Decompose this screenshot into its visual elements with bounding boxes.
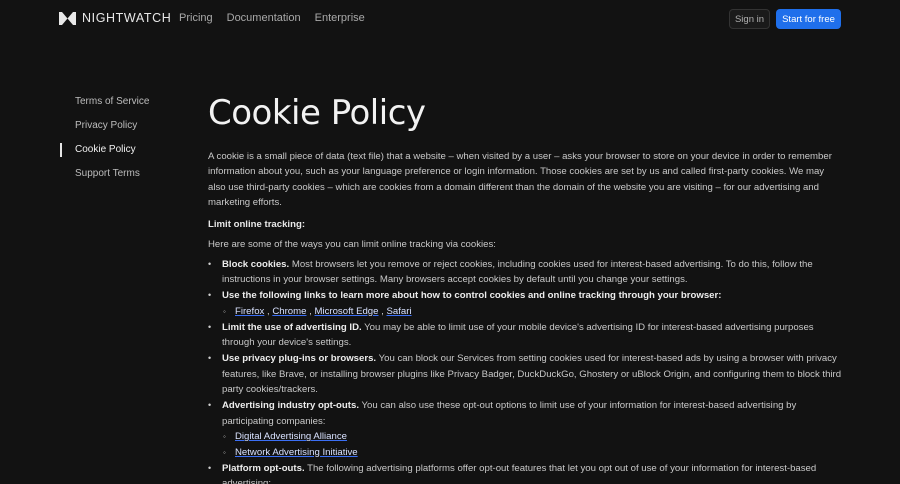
nav-enterprise[interactable]: Enterprise — [315, 12, 365, 24]
list-item: Limit the use of advertising ID. You may… — [196, 320, 843, 351]
sidebar-item-terms-of-service[interactable]: Terms of Service — [59, 95, 169, 119]
list-item: Use the following links to learn more ab… — [196, 288, 843, 319]
link-network-advertising-initiative[interactable]: Network Advertising Initiative — [235, 447, 358, 458]
nav-pricing[interactable]: Pricing — [179, 12, 213, 24]
list-item: Advertising industry opt-outs. You can a… — [196, 398, 843, 460]
sign-in-button[interactable]: Sign in — [729, 9, 770, 29]
list-item: Digital Advertising Alliance — [222, 429, 843, 445]
tracking-list: Block cookies. Most browsers let you rem… — [208, 257, 843, 484]
link-microsoft-edge[interactable]: Microsoft Edge — [314, 306, 378, 317]
list-item: Network Advertising Initiative — [222, 445, 843, 461]
link-digital-advertising-alliance[interactable]: Digital Advertising Alliance — [235, 431, 347, 442]
list-item-text: The following advertising platforms offe… — [222, 462, 817, 484]
list-item: Use privacy plug-ins or browsers. You ca… — [196, 351, 843, 397]
link-chrome[interactable]: Chrome — [272, 306, 306, 317]
list-item: Block cookies. Most browsers let you rem… — [196, 257, 843, 288]
section-intro: Here are some of the ways you can limit … — [208, 238, 496, 250]
top-navbar: NIGHTWATCH Pricing Documentation Enterpr… — [0, 0, 900, 38]
list-item-title: Advertising industry opt-outs. — [222, 400, 359, 412]
sidebar-item-privacy-policy[interactable]: Privacy Policy — [59, 119, 169, 143]
link-separator: , — [381, 305, 384, 317]
legal-sidebar: Terms of Service Privacy Policy Cookie P… — [59, 95, 169, 191]
logo[interactable]: NIGHTWATCH — [59, 11, 171, 25]
nav-documentation[interactable]: Documentation — [227, 12, 301, 24]
industry-links-list: Digital Advertising Alliance Network Adv… — [222, 429, 843, 460]
list-item-text: Most browsers let you remove or reject c… — [222, 258, 813, 286]
list-item-title: Platform opt-outs. — [222, 462, 305, 474]
intro-paragraph: A cookie is a small piece of data (text … — [208, 151, 832, 209]
logo-text: NIGHTWATCH — [82, 11, 172, 25]
main-nav: Pricing Documentation Enterprise — [179, 12, 365, 24]
browser-links-list: Firefox , Chrome , Microsoft Edge , Safa… — [222, 304, 843, 320]
link-safari[interactable]: Safari — [387, 306, 412, 317]
link-firefox[interactable]: Firefox — [235, 306, 264, 317]
sidebar-item-cookie-policy[interactable]: Cookie Policy — [59, 143, 169, 167]
section-heading: Limit online tracking: — [208, 218, 306, 230]
browser-links: Firefox , Chrome , Microsoft Edge , Safa… — [222, 304, 843, 320]
list-item-title: Use privacy plug-ins or browsers. — [222, 353, 377, 365]
list-item-title: Block cookies. — [222, 258, 290, 270]
main-content: Cookie Policy A cookie is a small piece … — [208, 92, 843, 484]
sidebar-item-support-terms[interactable]: Support Terms — [59, 167, 169, 191]
list-item-title: Use the following links to learn more ab… — [222, 290, 722, 302]
list-item: Platform opt-outs. The following adverti… — [196, 461, 843, 484]
nightwatch-logo-icon — [59, 11, 76, 25]
start-for-free-button[interactable]: Start for free — [776, 9, 841, 29]
page-title: Cookie Policy — [208, 93, 426, 133]
list-item-title: Limit the use of advertising ID. — [222, 321, 362, 333]
